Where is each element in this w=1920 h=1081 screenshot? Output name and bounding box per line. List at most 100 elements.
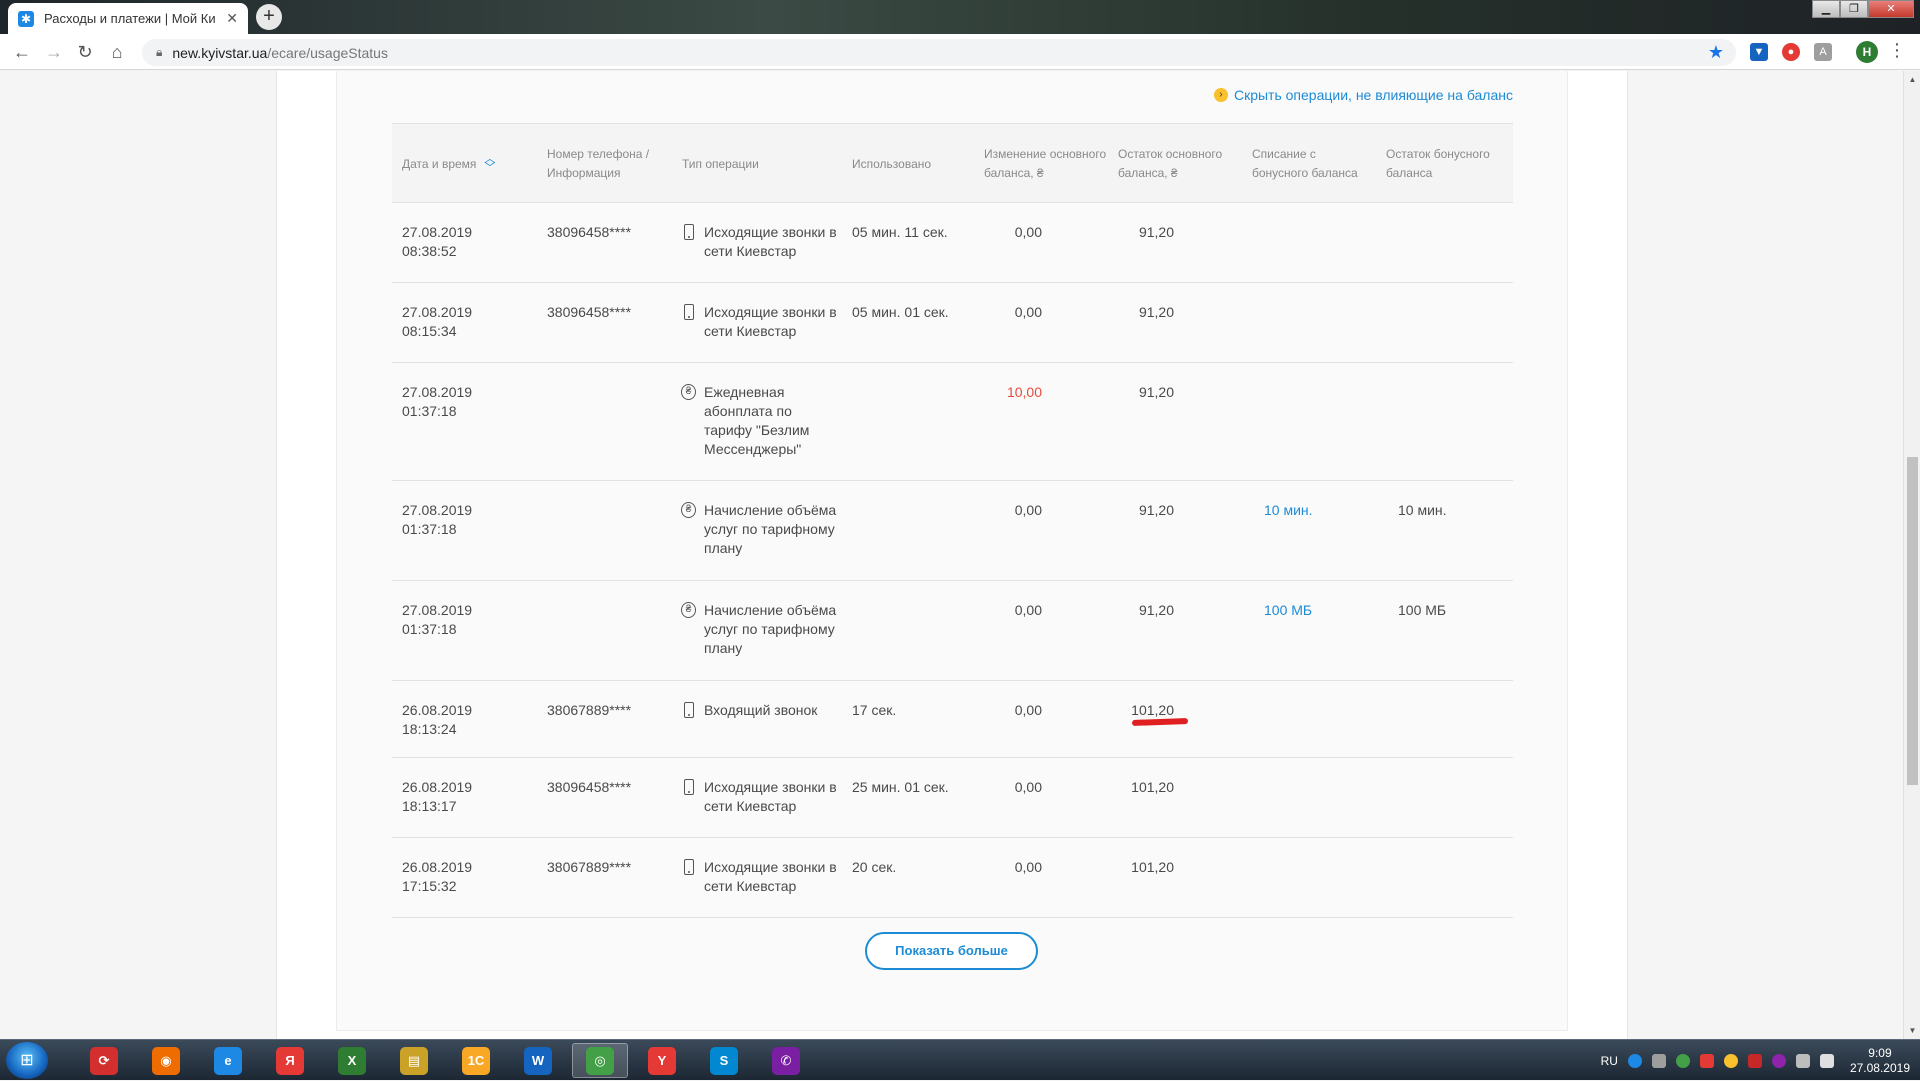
phone-icon <box>682 859 696 877</box>
row-phone: 38096458**** <box>547 224 632 240</box>
tab-title: Расходы и платежи | Мой Киевс <box>44 11 216 26</box>
row-operation-type: Входящий звонок <box>682 701 842 720</box>
minimize-button[interactable]: ▁ <box>1812 0 1840 18</box>
row-operation-type: Исходящие звонки в сети Киевстар <box>682 303 842 341</box>
row-datetime: 27.08.2019 01:37:18 <box>402 383 522 421</box>
row-balance-rest: 101,20 <box>1131 779 1174 795</box>
scrollbar-thumb[interactable] <box>1907 457 1918 785</box>
row-date: 27.08.2019 <box>402 224 473 240</box>
clock-time: 9:09 <box>1868 1045 1892 1060</box>
start-button[interactable]: ⊞ <box>6 1042 48 1079</box>
row-bonus-writeoff[interactable]: 10 мин. <box>1264 501 1364 520</box>
firefox-app[interactable]: ◉ <box>138 1043 194 1078</box>
yandex-app-icon: Я <box>276 1046 304 1075</box>
profile-avatar[interactable]: H <box>1856 41 1878 63</box>
tray-app-red-icon[interactable] <box>1699 1053 1714 1068</box>
shield-extension-icon[interactable]: ▼ <box>1750 43 1768 61</box>
column-rest-label: Остаток основного баланса, ₴ <box>1118 147 1223 180</box>
restore-button[interactable]: ❐ <box>1840 0 1868 18</box>
viber-tray-icon[interactable] <box>1771 1053 1786 1068</box>
row-datetime: 26.08.2019 17:15:32 <box>402 858 522 896</box>
record-extension-icon[interactable]: ● <box>1782 43 1800 61</box>
row-operation-type: ₴ Начисление объёма услуг по тарифному пл… <box>681 601 842 658</box>
word-app[interactable]: W <box>510 1043 566 1078</box>
1c-app[interactable]: 1С <box>448 1043 504 1078</box>
row-time: 18:13:24 <box>402 721 457 737</box>
yandex-app[interactable]: Я <box>262 1043 318 1078</box>
row-bonus-writeoff[interactable]: 100 МБ <box>1264 601 1364 620</box>
file-explorer-app[interactable]: ▤ <box>386 1043 442 1078</box>
page-scrollbar[interactable]: ▲ ▼ <box>1903 71 1920 1039</box>
column-date[interactable]: Дата и время ︿ ﹀ <box>402 124 542 204</box>
row-datetime: 27.08.2019 08:15:34 <box>402 303 522 341</box>
chrome-tray-icon[interactable] <box>1723 1053 1738 1068</box>
scroll-down-icon[interactable]: ▼ <box>1904 1026 1920 1035</box>
row-balance-change: 0,00 <box>1014 304 1042 320</box>
row-bonus-rest: 10 мин. <box>1398 502 1447 518</box>
back-icon[interactable]: ← <box>12 42 32 62</box>
row-used: 25 мин. 01 сек. <box>852 779 949 795</box>
column-bonus-writeoff: Списание с бонусного баланса <box>1252 124 1372 204</box>
tray-app-green-icon[interactable] <box>1675 1053 1690 1068</box>
network-icon[interactable] <box>1819 1053 1834 1068</box>
table-row: 27.08.2019 08:15:34 38096458**** Исходящие … <box>392 283 1513 363</box>
row-balance-change: 10,00 <box>1006 384 1042 400</box>
show-more-button[interactable]: Показать больше <box>865 932 1038 970</box>
row-type-label: Исходящие звонки в сети Киевстар <box>704 859 837 894</box>
hide-operations-link[interactable]: › Скрыть операции, не влияющие на баланс <box>1213 87 1513 103</box>
row-date: 26.08.2019 <box>402 859 473 875</box>
language-indicator[interactable]: RU <box>1601 1054 1618 1068</box>
forward-icon[interactable]: → <box>44 42 64 62</box>
kyivstar-favicon-icon: ✱ <box>18 10 34 27</box>
chrome-app[interactable]: ◎ <box>572 1043 628 1078</box>
reload-icon[interactable]: ↻ <box>75 42 95 62</box>
row-balance-rest: 101,20 <box>1131 859 1174 875</box>
skype-app[interactable]: S <box>696 1043 752 1078</box>
table-header: Дата и время ︿ ﹀ Номер телефона / Информа… <box>392 123 1513 203</box>
row-time: 01:37:18 <box>402 403 457 419</box>
coin-icon: ₴ <box>681 602 696 620</box>
column-phone-label: Номер телефона / Информация <box>547 147 650 180</box>
internet-explorer-app[interactable]: e <box>200 1043 256 1078</box>
row-date: 27.08.2019 <box>402 304 473 320</box>
url-path: /ecare/usageStatus <box>267 44 388 61</box>
browser-menu-icon[interactable]: ⋮ <box>1888 40 1906 61</box>
row-balance-rest: 91,20 <box>1138 384 1174 400</box>
bookmark-star-icon[interactable]: ★ <box>1708 42 1724 63</box>
column-phone: Номер телефона / Информация <box>547 124 662 204</box>
row-type-label: Исходящие звонки в сети Киевстар <box>704 779 837 814</box>
row-operation-type: ₴ Ежедневная абонплата по тарифу "Безлим … <box>681 383 842 459</box>
row-type-label: Исходящие звонки в сети Киевстар <box>704 304 837 339</box>
column-rest: Остаток основного баланса, ₴ <box>1118 124 1238 204</box>
tab-close-icon[interactable]: ✕ <box>226 10 238 27</box>
new-tab-button[interactable]: + <box>256 4 282 30</box>
antivirus-tray-icon[interactable] <box>1747 1053 1762 1068</box>
row-balance-change: 0,00 <box>1014 779 1042 795</box>
row-phone: 38096458**** <box>547 304 632 320</box>
network-share-icon[interactable] <box>1651 1053 1666 1068</box>
speaker-icon[interactable] <box>1795 1053 1810 1068</box>
system-clock[interactable]: 9:09 27.08.2019 <box>1850 1046 1910 1076</box>
close-window-button[interactable]: ✕ <box>1868 0 1914 18</box>
windows-taskbar: ⊞ ⟳ ◉ e Я X ▤ 1С W ◎ Y S ✆ RU 9:09 27.08.2019 <box>0 1039 1920 1080</box>
sort-icon[interactable]: ︿ ﹀ <box>484 154 495 174</box>
page-viewport: › Скрыть операции, не влияющие на баланс… <box>0 71 1920 1039</box>
yandex-browser-app[interactable]: Y <box>634 1043 690 1078</box>
browser-toolbar: ← → ↻ ⌂ 🔒︎ new.kyivstar.ua /ecare/usageS… <box>0 34 1920 70</box>
viber-app[interactable]: ✆ <box>758 1043 814 1078</box>
table-row: 26.08.2019 18:13:17 38096458**** Исходящие … <box>392 758 1513 838</box>
pdf-extension-icon[interactable]: A <box>1814 43 1832 61</box>
address-bar[interactable]: 🔒︎ new.kyivstar.ua /ecare/usageStatus ★ <box>142 39 1736 66</box>
scroll-up-icon[interactable]: ▲ <box>1904 75 1920 84</box>
coin-icon: ₴ <box>681 384 696 402</box>
row-datetime: 27.08.2019 01:37:18 <box>402 601 522 639</box>
phone-icon <box>682 779 696 797</box>
row-type-label: Начисление объёма услуг по тарифному пла… <box>704 502 837 556</box>
start-search-app[interactable]: ⟳ <box>76 1043 132 1078</box>
browser-tab[interactable]: ✱ Расходы и платежи | Мой Киевс ✕ <box>8 3 248 34</box>
home-icon[interactable]: ⌂ <box>107 42 127 62</box>
arrow-circle-icon: › <box>1213 88 1228 102</box>
row-time: 01:37:18 <box>402 521 457 537</box>
excel-app[interactable]: X <box>324 1043 380 1078</box>
help-icon[interactable] <box>1627 1053 1642 1068</box>
